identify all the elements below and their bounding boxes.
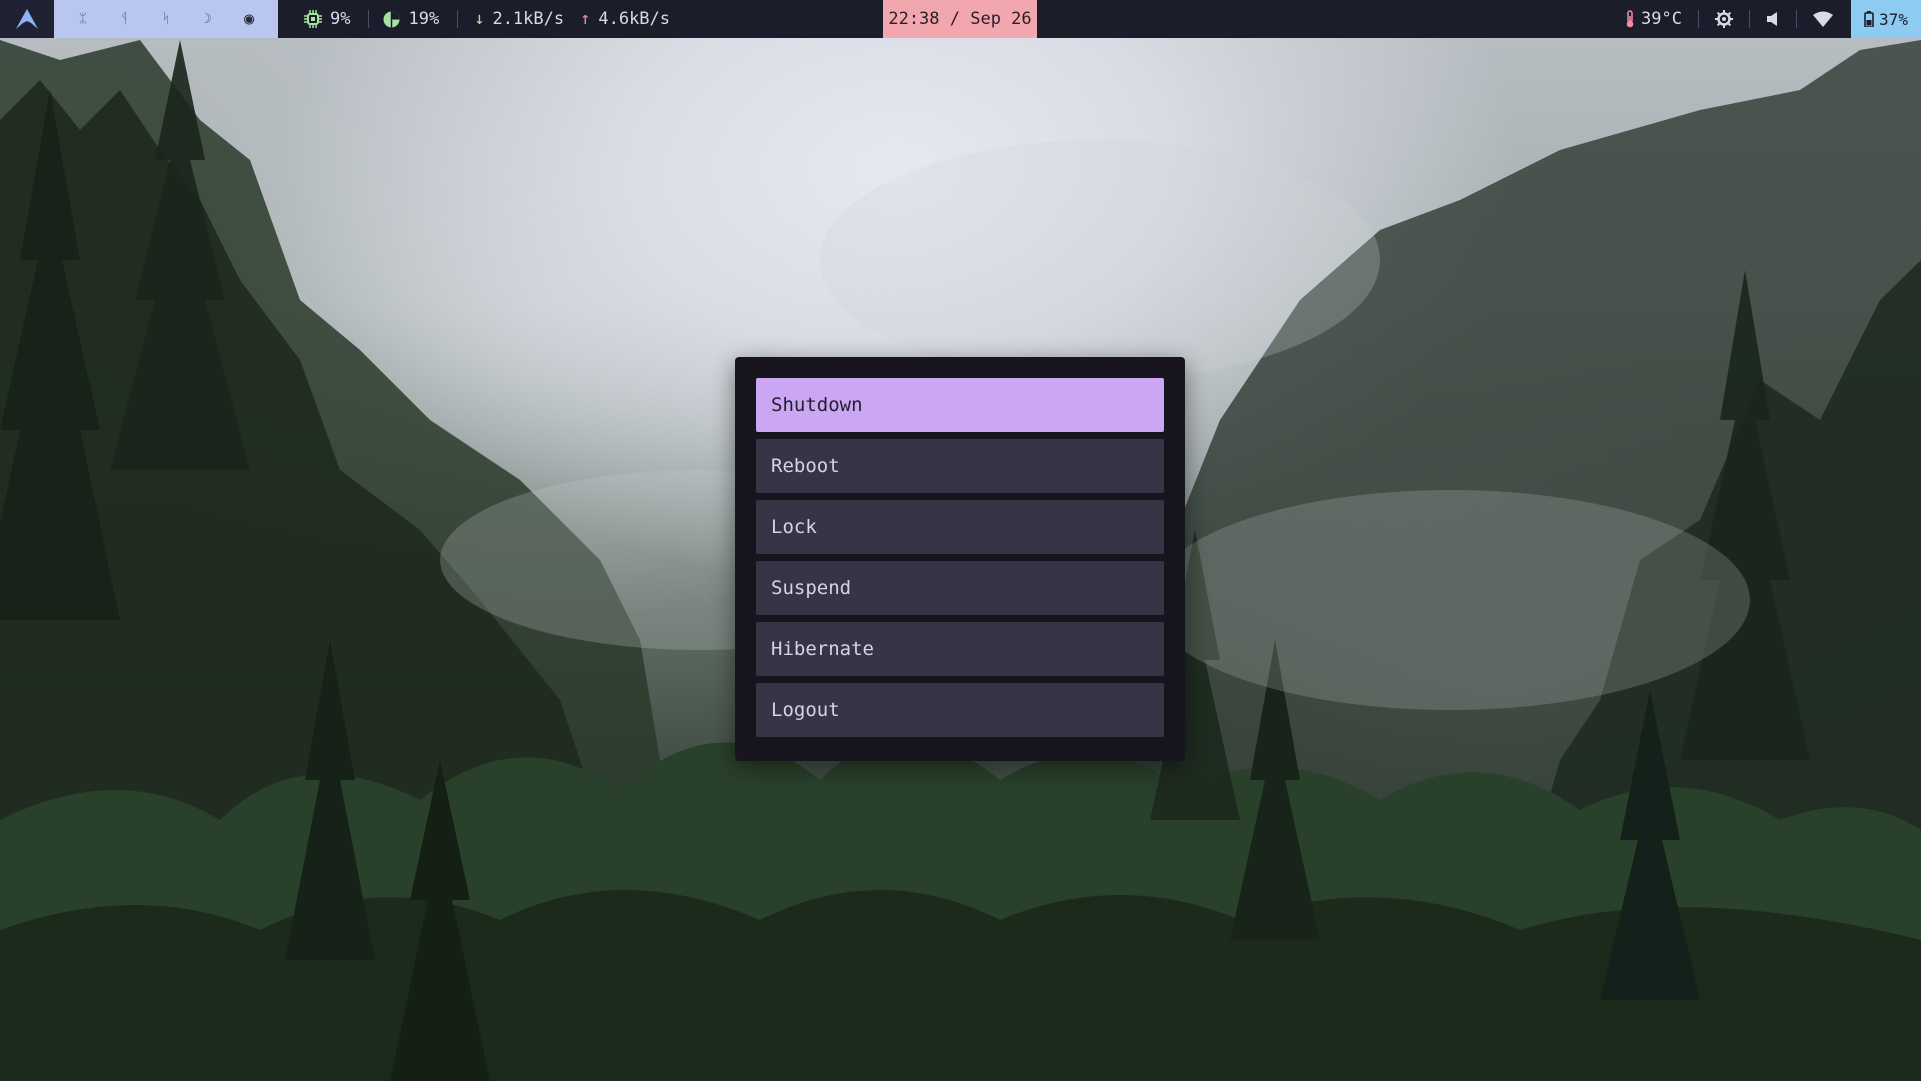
logout-option[interactable]: Logout [756, 683, 1164, 737]
clock[interactable]: 22:38 / Sep 26 [883, 0, 1037, 38]
temperature-widget: 39°C [1625, 9, 1682, 29]
thermometer-icon [1626, 10, 1634, 28]
separator [457, 10, 459, 28]
arrow-up-icon: ↑ [580, 9, 591, 29]
temperature-value: 39°C [1641, 9, 1682, 29]
separator [1698, 10, 1699, 28]
battery-icon [1864, 11, 1874, 27]
network-widget: ↓ 2.1kB/s ↑ 4.6kB/s [474, 9, 670, 29]
battery-widget[interactable]: 37% [1851, 0, 1921, 38]
volume-widget[interactable] [1766, 11, 1780, 27]
separator [368, 10, 370, 28]
reboot-option[interactable]: Reboot [756, 439, 1164, 493]
wifi-widget[interactable] [1813, 11, 1833, 27]
status-bar: ᛯ ᛩ ᛋ ☽ ◉ 9% 19% ↓ 2.1kB/s ↑ 4.6kB/s 22:… [0, 0, 1921, 38]
hibernate-option[interactable]: Hibernate [756, 622, 1164, 676]
memory-pie-icon [383, 11, 400, 27]
workspace-1-icon[interactable]: ᛯ [71, 11, 95, 27]
arch-linux-icon [16, 9, 38, 29]
cpu-icon [304, 10, 322, 28]
arrow-down-icon: ↓ [474, 9, 485, 29]
system-tray: 39°C 37% [1625, 0, 1921, 38]
workspace-switcher: ᛯ ᛩ ᛋ ☽ ◉ [54, 0, 278, 38]
workspace-2-icon[interactable]: ᛩ [112, 11, 136, 27]
upload-value: 4.6kB/s [598, 9, 671, 29]
separator [1796, 10, 1797, 28]
wifi-icon [1813, 11, 1833, 27]
launcher-button[interactable] [0, 0, 54, 38]
speaker-icon [1767, 12, 1777, 26]
separator [1749, 10, 1750, 28]
battery-value: 37% [1879, 9, 1908, 29]
download-value: 2.1kB/s [492, 9, 565, 29]
settings-widget[interactable] [1715, 10, 1733, 28]
memory-widget: 19% [383, 9, 439, 29]
shutdown-option[interactable]: Shutdown [756, 378, 1164, 432]
workspace-moon-icon[interactable]: ☽ [196, 11, 220, 27]
lock-option[interactable]: Lock [756, 500, 1164, 554]
desktop: ᛯ ᛩ ᛋ ☽ ◉ 9% 19% ↓ 2.1kB/s ↑ 4.6kB/s 22:… [0, 0, 1921, 1081]
gear-icon [1715, 10, 1733, 28]
workspace-3-icon[interactable]: ᛋ [154, 11, 178, 27]
memory-value: 19% [408, 9, 440, 29]
power-menu: Shutdown Reboot Lock Suspend Hibernate L… [735, 357, 1185, 761]
cpu-widget: 9% [304, 9, 350, 29]
cpu-value: 9% [330, 9, 351, 29]
suspend-option[interactable]: Suspend [756, 561, 1164, 615]
workspace-active-icon[interactable]: ◉ [237, 9, 261, 29]
